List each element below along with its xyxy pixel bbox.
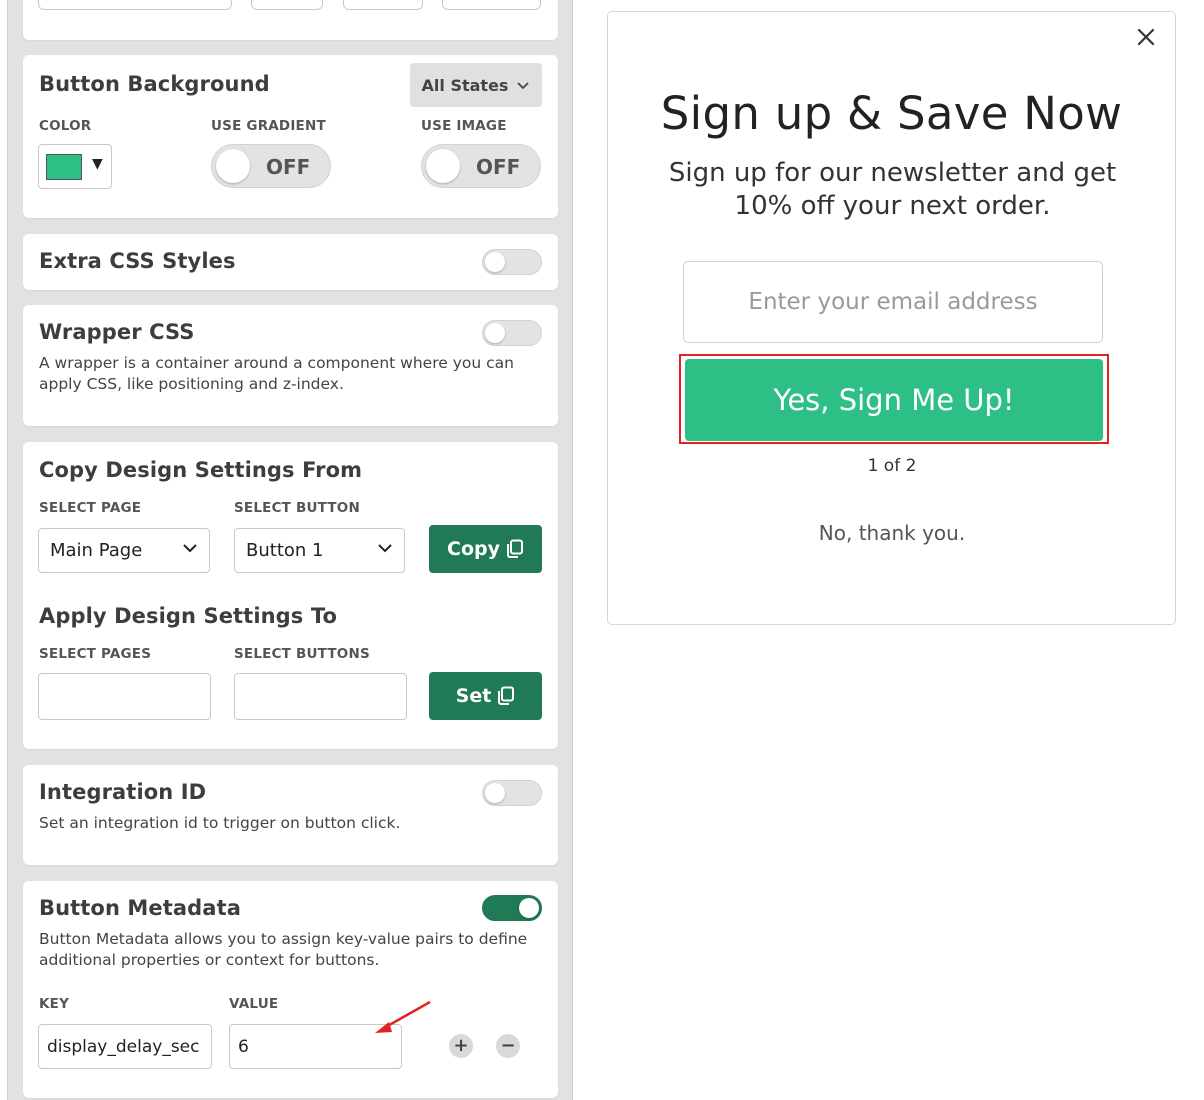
wrapper-css-title: Wrapper CSS xyxy=(39,320,195,344)
partial-input-3[interactable] xyxy=(442,0,541,10)
add-metadata-button[interactable]: + xyxy=(449,1034,473,1058)
partial-input-2[interactable] xyxy=(343,0,423,10)
use-gradient-toggle[interactable]: OFF xyxy=(211,144,331,188)
button-background-card: Button Background All States COLOR ▼ USE… xyxy=(23,55,558,218)
apply-design-title: Apply Design Settings To xyxy=(39,604,337,628)
button-metadata-description: Button Metadata allows you to assign key… xyxy=(39,930,528,969)
integration-id-card: Integration ID Set an integration id to … xyxy=(23,765,558,865)
caret-down-icon: ▼ xyxy=(92,156,103,172)
wrapper-css-description: A wrapper is a container around a compon… xyxy=(39,354,514,393)
all-states-label: All States xyxy=(421,75,509,95)
copy-icon xyxy=(506,539,523,558)
select-button-dropdown[interactable]: Button 1 xyxy=(234,528,405,573)
design-settings-card: Copy Design Settings From SELECT PAGE SE… xyxy=(23,442,558,749)
use-image-toggle[interactable]: OFF xyxy=(421,144,541,188)
button-background-title: Button Background xyxy=(39,72,270,96)
select-page-label: SELECT PAGE xyxy=(39,500,142,516)
all-states-dropdown[interactable]: All States xyxy=(410,63,542,107)
page-indicator: 1 of 2 xyxy=(867,456,917,476)
copy-design-title: Copy Design Settings From xyxy=(39,458,363,482)
metadata-key-value: display_delay_sec xyxy=(47,1037,200,1057)
select-page-value: Main Page xyxy=(50,540,143,561)
select-buttons-input[interactable] xyxy=(234,673,407,720)
toggle-knob xyxy=(485,252,505,272)
integration-id-title: Integration ID xyxy=(39,780,207,804)
toggle-knob xyxy=(216,149,250,183)
select-button-label: SELECT BUTTON xyxy=(234,500,360,516)
signup-button-label: Yes, Sign Me Up! xyxy=(773,383,1015,417)
button-metadata-title: Button Metadata xyxy=(39,896,241,920)
select-pages-label: SELECT PAGES xyxy=(39,646,152,662)
color-swatch xyxy=(46,154,82,180)
signup-button-highlight: Yes, Sign Me Up! xyxy=(679,354,1109,444)
metadata-value-value: 6 xyxy=(238,1037,249,1057)
button-metadata-toggle[interactable] xyxy=(482,895,542,921)
extra-css-card: Extra CSS Styles xyxy=(23,234,558,290)
chevron-down-icon xyxy=(183,544,197,553)
integration-id-toggle[interactable] xyxy=(482,780,542,806)
partial-color-swatch[interactable] xyxy=(251,0,323,10)
email-input[interactable] xyxy=(683,261,1103,343)
color-label: COLOR xyxy=(39,118,92,134)
plus-icon: + xyxy=(453,1035,469,1056)
wrapper-css-card: Wrapper CSS A wrapper is a container aro… xyxy=(23,305,558,426)
copy-icon xyxy=(498,686,515,705)
partial-top-card xyxy=(23,0,558,40)
use-image-state: OFF xyxy=(476,155,521,179)
signup-popup-preview: Sign up & Save Now Sign up for our newsl… xyxy=(607,11,1176,625)
chevron-down-icon xyxy=(378,544,392,553)
annotation-arrow-icon xyxy=(375,1000,431,1033)
popup-title: Sign up & Save Now xyxy=(660,87,1123,140)
set-button[interactable]: Set xyxy=(429,672,542,720)
integration-id-description: Set an integration id to trigger on butt… xyxy=(39,814,401,832)
value-label: VALUE xyxy=(229,996,279,1012)
copy-button-label: Copy xyxy=(447,538,500,560)
select-button-value: Button 1 xyxy=(246,540,324,561)
select-buttons-label: SELECT BUTTONS xyxy=(234,646,370,662)
key-label: KEY xyxy=(39,996,70,1012)
remove-metadata-button[interactable]: − xyxy=(496,1034,520,1058)
toggle-knob xyxy=(426,149,460,183)
button-metadata-card: Button Metadata Button Metadata allows y… xyxy=(23,881,558,1098)
metadata-key-input[interactable]: display_delay_sec xyxy=(38,1024,212,1069)
use-gradient-label: USE GRADIENT xyxy=(211,118,326,134)
select-pages-input[interactable] xyxy=(38,673,211,720)
extra-css-toggle[interactable] xyxy=(482,249,542,275)
use-image-label: USE IMAGE xyxy=(421,118,507,134)
toggle-knob xyxy=(485,783,505,803)
close-icon[interactable] xyxy=(1135,26,1157,48)
select-page-dropdown[interactable]: Main Page xyxy=(38,528,210,573)
copy-button[interactable]: Copy xyxy=(429,525,542,573)
popup-subtitle: Sign up for our newsletter and get 10% o… xyxy=(668,158,1117,221)
wrapper-css-toggle[interactable] xyxy=(482,320,542,346)
settings-panel: Button Background All States COLOR ▼ USE… xyxy=(7,0,573,1100)
decline-link[interactable]: No, thank you. xyxy=(608,521,1176,545)
signup-button[interactable]: Yes, Sign Me Up! xyxy=(685,359,1103,441)
toggle-knob xyxy=(485,323,505,343)
toggle-knob xyxy=(519,898,539,918)
partial-input-1[interactable] xyxy=(38,0,232,10)
use-gradient-state: OFF xyxy=(266,155,311,179)
extra-css-title: Extra CSS Styles xyxy=(39,249,236,273)
set-button-label: Set xyxy=(455,685,492,707)
color-picker[interactable]: ▼ xyxy=(38,144,112,189)
minus-icon: − xyxy=(500,1035,516,1056)
chevron-down-icon xyxy=(517,82,530,90)
